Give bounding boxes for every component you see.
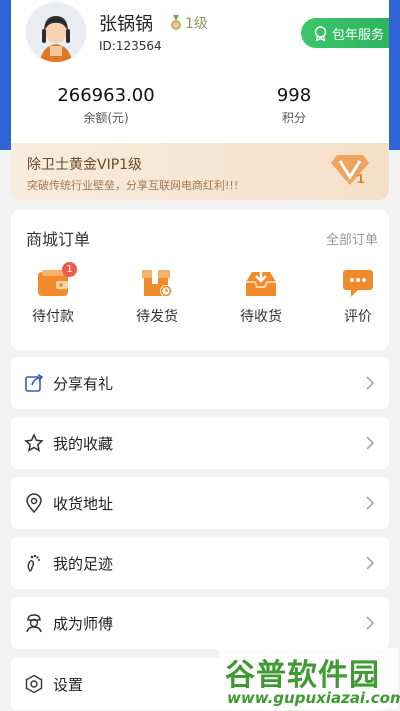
- user-level: 1级: [169, 13, 208, 33]
- menu-item-share[interactable]: 分享有礼: [11, 357, 389, 409]
- star-icon: [24, 433, 44, 452]
- inbox-download-icon: [246, 270, 276, 296]
- service-label: 包年服务: [332, 27, 385, 43]
- menu-item-address[interactable]: 收货地址: [11, 477, 389, 529]
- menu-item-label: 我的足迹: [53, 554, 114, 573]
- points-stat[interactable]: 998 积分: [254, 85, 334, 126]
- points-label: 积分: [281, 111, 306, 125]
- all-orders-link[interactable]: 全部订单: [326, 229, 378, 248]
- order-label: 待发货: [136, 309, 178, 325]
- balance-value: 266963.00: [57, 85, 155, 106]
- vip-diamond-icon: 1: [331, 155, 369, 186]
- menu-item-label: 分享有礼: [53, 374, 114, 393]
- order-label: 待付款: [32, 309, 74, 325]
- watermark: 谷普软件园 www.gupuxiazai.com: [219, 648, 400, 709]
- menu-item-become-master[interactable]: 成为师傅: [11, 597, 389, 649]
- chevron-right-icon: [366, 496, 375, 510]
- vip-title: 除卫士黄金VIP1级: [27, 157, 143, 173]
- order-label: 待收货: [240, 309, 282, 325]
- order-pending-shipment[interactable]: 待发货: [117, 268, 197, 326]
- box-clock-icon: [142, 270, 172, 297]
- menu-item-label: 我的收藏: [53, 434, 114, 453]
- order-label: 评价: [344, 309, 372, 325]
- balance-stat[interactable]: 266963.00 余额(元): [51, 85, 161, 126]
- annual-service-button[interactable]: 包年服务: [301, 18, 389, 48]
- svg-text:1: 1: [357, 171, 364, 186]
- balance-label: 余额(元): [83, 111, 129, 125]
- menu-item-footprint[interactable]: 我的足迹: [11, 537, 389, 589]
- menu-item-label: 收货地址: [53, 494, 114, 513]
- footprint-icon: [27, 554, 40, 572]
- level-label: 1级: [185, 16, 208, 32]
- chevron-right-icon: [366, 556, 375, 570]
- menu-item-label: 成为师傅: [53, 614, 114, 633]
- share-icon: [25, 373, 44, 392]
- order-count-badge: 1: [62, 262, 77, 277]
- chevron-right-icon: [366, 616, 375, 630]
- chevron-right-icon: [366, 376, 375, 390]
- worker-icon: [26, 614, 42, 633]
- points-value: 998: [276, 85, 312, 106]
- chevron-right-icon: [366, 436, 375, 450]
- vip-banner[interactable]: 除卫士黄金VIP1级 突破传统行业壁垒，分享互联网电商红利!!! 1: [11, 143, 389, 200]
- watermark-title: 谷普软件园: [225, 658, 380, 693]
- menu-item-favorites[interactable]: 我的收藏: [11, 417, 389, 469]
- watermark-url: www.gupuxiazai.com: [227, 689, 400, 707]
- badge-icon: [314, 25, 327, 41]
- avatar[interactable]: [26, 2, 86, 62]
- location-icon: [26, 493, 42, 513]
- level-medal-icon: [171, 15, 181, 30]
- chat-dots-icon: [343, 270, 373, 297]
- orders-title: 商城订单: [26, 230, 91, 249]
- order-pending-payment[interactable]: 1 待付款: [13, 262, 93, 326]
- user-id: ID:123564: [99, 39, 162, 53]
- mall-orders-panel: 商城订单 全部订单 1 待付款 待发货 待收货 评价: [11, 210, 389, 350]
- order-review[interactable]: 评价: [318, 268, 398, 326]
- profile-card: 张锅锅 1级 ID:123564 包年服务 266963.00 余额(元) 99…: [11, 0, 389, 200]
- vip-subtitle: 突破传统行业壁垒，分享互联网电商红利!!!: [27, 179, 239, 192]
- user-name: 张锅锅: [99, 14, 153, 35]
- settings-icon: [25, 674, 43, 694]
- order-pending-receipt[interactable]: 待收货: [221, 268, 301, 326]
